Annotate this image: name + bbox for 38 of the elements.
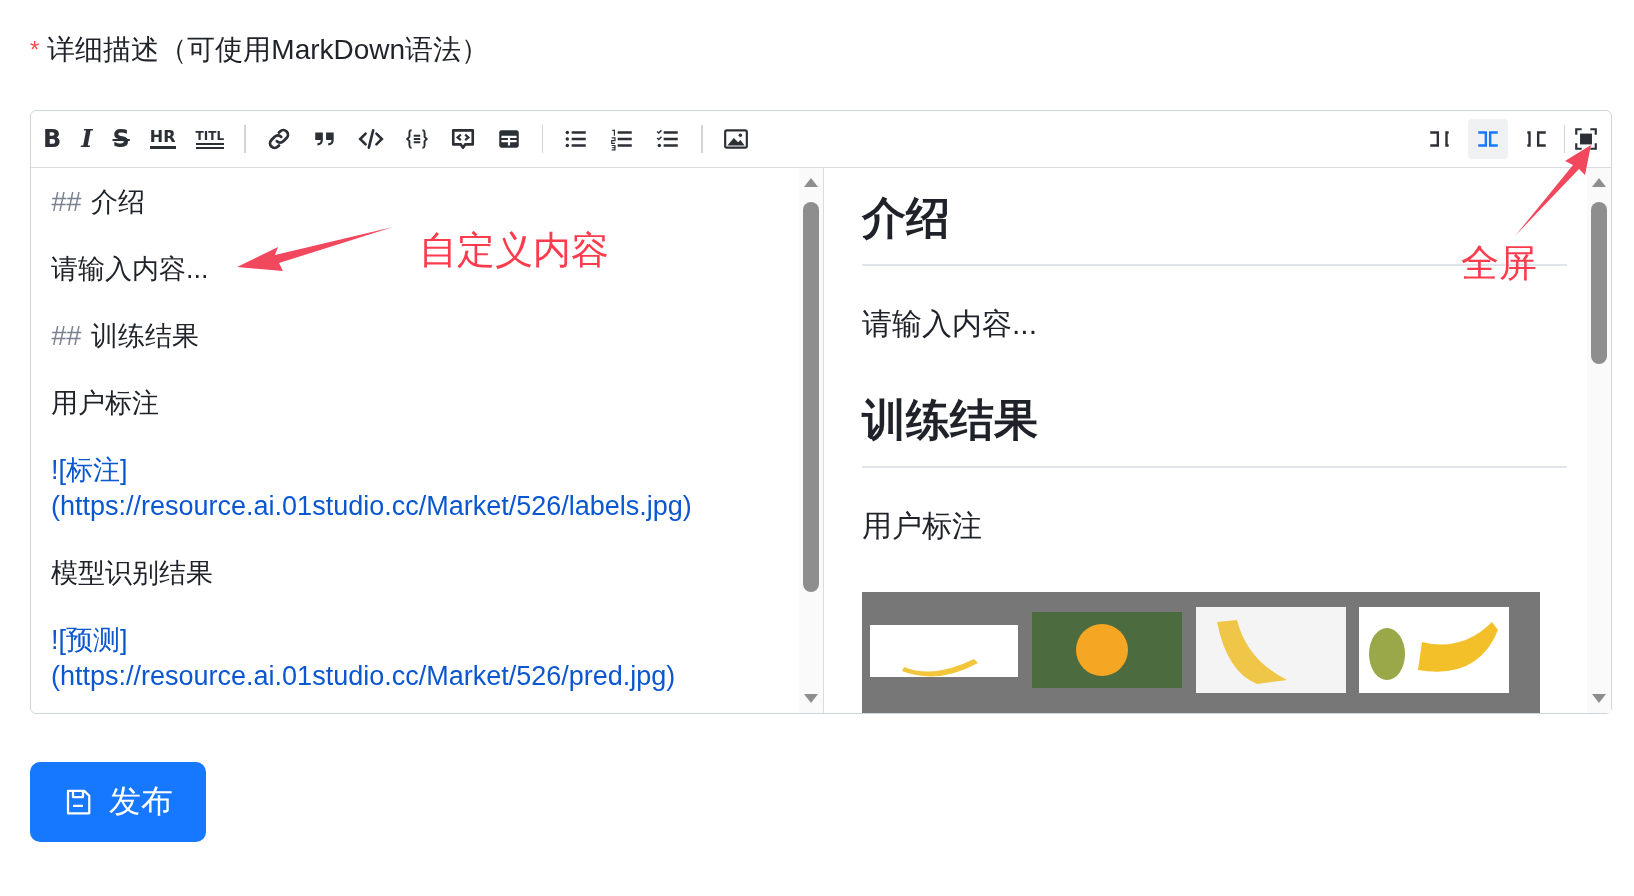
field-label: 详细描述（可使用MarkDown语法） xyxy=(47,33,490,67)
annotation-text: 全屏 xyxy=(1461,241,1537,286)
strikethrough-button[interactable]: S xyxy=(112,127,130,151)
scrollbar[interactable] xyxy=(799,168,823,713)
preview-heading: 训练结果 xyxy=(862,390,1567,468)
code-comment-icon[interactable] xyxy=(449,126,476,152)
scrollbar-thumb[interactable] xyxy=(803,202,819,592)
image-icon[interactable] xyxy=(722,126,749,152)
annotation-text: 自定义内容 xyxy=(419,228,609,273)
heading-marker: ## xyxy=(51,186,82,219)
italic-button[interactable]: I xyxy=(81,127,93,151)
scroll-up-icon[interactable] xyxy=(1591,176,1607,188)
heading-button[interactable]: TITL xyxy=(195,129,225,149)
scroll-down-icon[interactable] xyxy=(803,693,819,705)
image-url-text: (https://resource.ai.01studio.cc/Market/526/labels.jpg) xyxy=(51,490,693,523)
scrollbar[interactable] xyxy=(1587,168,1611,713)
scrollbar-thumb[interactable] xyxy=(1591,202,1607,364)
source-text: 请输入内容... xyxy=(51,254,209,284)
required-mark: * xyxy=(30,36,40,64)
fullscreen-icon[interactable] xyxy=(1573,126,1599,152)
preview-text: 用户标注 xyxy=(862,508,983,544)
heading-marker: ## xyxy=(51,320,82,353)
code-block-icon[interactable] xyxy=(403,126,430,152)
publish-button[interactable]: 发布 xyxy=(30,762,206,842)
scroll-up-icon[interactable] xyxy=(803,176,819,188)
preview-text: 请输入内容... xyxy=(862,306,1038,342)
code-icon[interactable] xyxy=(357,126,384,152)
image-url-text: (https://resource.ai.01studio.cc/Market/526/pred.jpg) xyxy=(51,660,677,693)
image-alt-text: ![标注] xyxy=(51,454,129,487)
image-alt-text: ![预测] xyxy=(51,624,129,657)
scroll-down-icon[interactable] xyxy=(1591,693,1607,705)
source-heading: 训练结果 xyxy=(91,320,200,353)
split-view-button[interactable] xyxy=(1467,119,1508,159)
horizontal-rule-button[interactable]: HR xyxy=(149,129,176,149)
source-heading: 介绍 xyxy=(91,186,146,219)
source-text: 用户标注 xyxy=(51,388,159,418)
source-text: 模型识别结果 xyxy=(51,558,213,588)
bold-button[interactable]: B xyxy=(43,127,62,151)
